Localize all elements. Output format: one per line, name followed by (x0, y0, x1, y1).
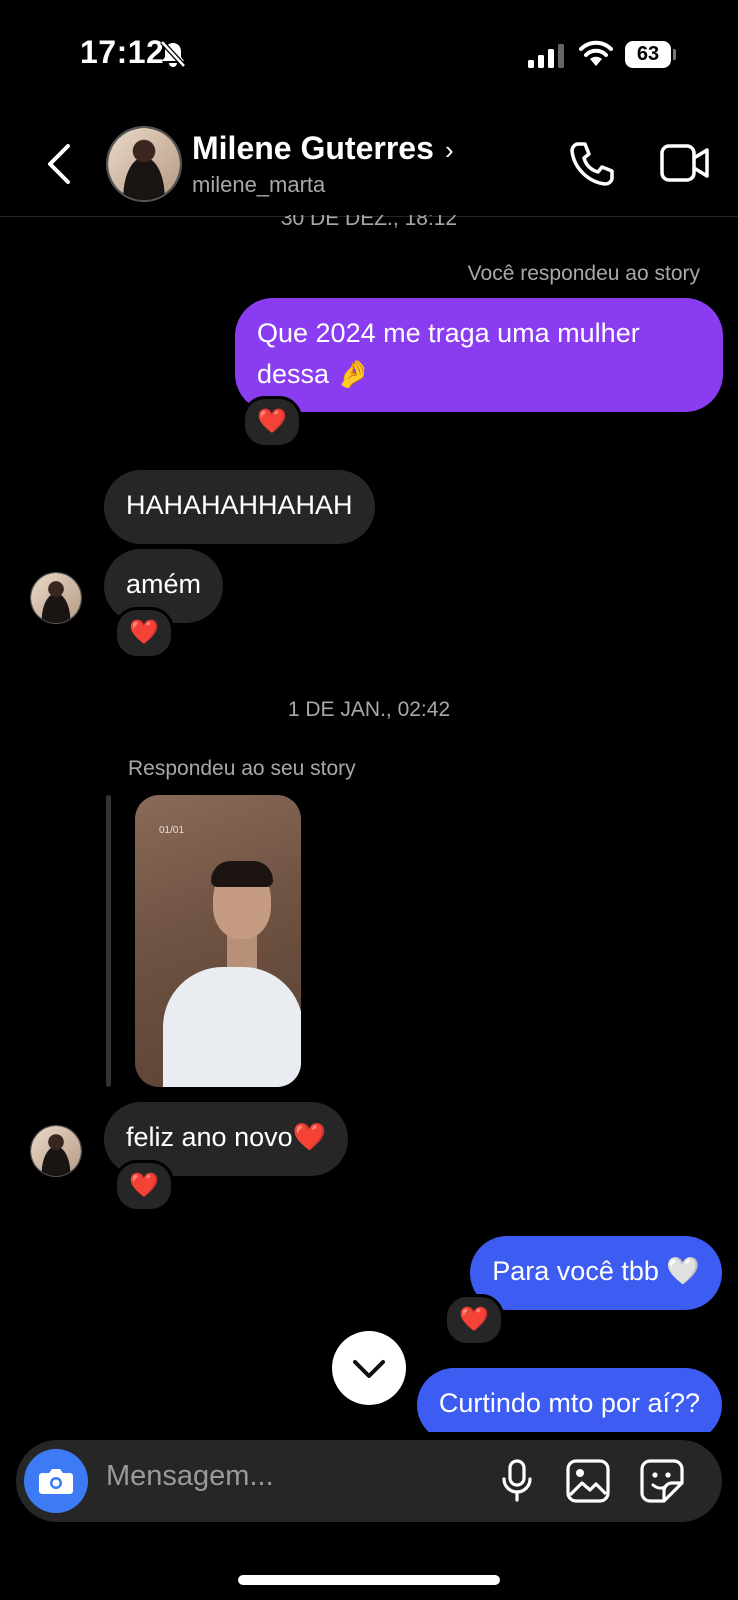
story-figure-shirt (163, 967, 301, 1087)
wifi-icon (579, 40, 613, 66)
outgoing-message[interactable]: Curtindo mto por aí?? (416, 1368, 722, 1442)
incoming-message[interactable]: HAHAHAHHAHAH (104, 470, 375, 544)
story-reply-note: Respondeu ao seu story (128, 757, 356, 780)
scroll-to-bottom-button[interactable] (332, 1331, 406, 1405)
heart-reaction[interactable]: ❤️ (114, 607, 174, 659)
phone-call-icon[interactable] (568, 140, 616, 188)
cellular-signal-icon (528, 44, 564, 68)
status-time: 17:12 (80, 34, 165, 70)
camera-button[interactable] (24, 1449, 88, 1513)
bell-muted-icon (160, 40, 186, 68)
reply-quote-bar (106, 795, 111, 1087)
avatar-image (108, 128, 180, 200)
home-indicator (238, 1575, 500, 1585)
timestamp: 1 DE JAN., 02:42 (287, 698, 451, 721)
sticker-icon[interactable] (640, 1459, 684, 1503)
camera-icon (39, 1469, 73, 1494)
chevron-right-icon[interactable]: › (445, 135, 454, 166)
heart-reaction[interactable]: ❤️ (444, 1294, 504, 1346)
gallery-icon[interactable] (566, 1459, 610, 1503)
avatar-image (31, 1126, 81, 1176)
battery-indicator: 63 (625, 41, 671, 68)
message-input[interactable]: Mensagem... (106, 1460, 274, 1493)
battery-tip (673, 49, 676, 60)
sender-avatar[interactable] (30, 572, 82, 624)
outgoing-message[interactable]: Para você tbb 🤍 (470, 1236, 722, 1310)
story-date: 01/01 (159, 825, 185, 836)
chevron-down-icon (353, 1360, 385, 1378)
contact-name[interactable]: Milene Guterres (192, 130, 434, 167)
avatar-image (31, 573, 81, 623)
heart-reaction[interactable]: ❤️ (242, 396, 302, 448)
contact-username[interactable]: milene_marta (192, 172, 325, 198)
sender-avatar[interactable] (30, 1125, 82, 1177)
story-thumbnail[interactable]: 01/01 (135, 795, 301, 1087)
story-figure-hair (211, 861, 273, 887)
outgoing-message[interactable]: Que 2024 me traga uma mulher dessa 🤌 (235, 298, 723, 412)
video-call-icon[interactable] (660, 142, 710, 184)
microphone-icon[interactable] (500, 1458, 534, 1504)
contact-avatar[interactable] (106, 126, 182, 202)
back-arrow-icon[interactable] (44, 142, 74, 186)
heart-reaction[interactable]: ❤️ (114, 1160, 174, 1212)
story-reply-note: Você respondeu ao story (467, 262, 700, 285)
